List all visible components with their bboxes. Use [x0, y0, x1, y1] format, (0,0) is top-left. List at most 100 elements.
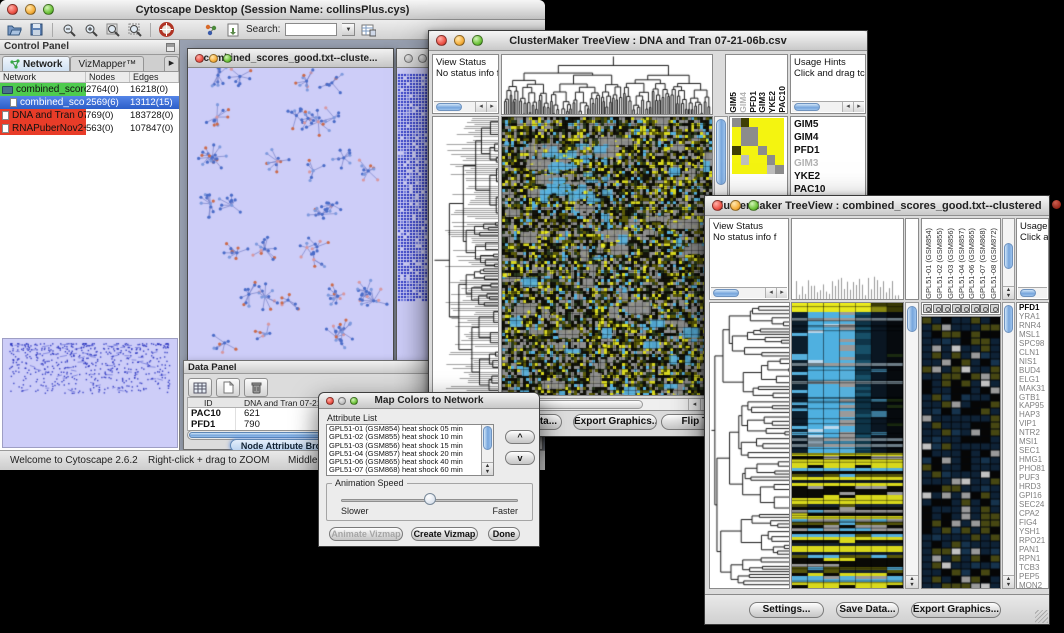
save-icon[interactable]: [28, 22, 45, 38]
column-label[interactable]: PFD1: [748, 91, 758, 113]
export-graphics-button[interactable]: Export Graphics...: [573, 414, 657, 430]
zoom-button[interactable]: [223, 54, 232, 63]
background-close-button[interactable]: [1052, 200, 1061, 209]
column-header-id[interactable]: ID: [188, 398, 236, 407]
row-dendrogram-canvas[interactable]: [433, 117, 498, 395]
column-header-box[interactable]: [990, 304, 999, 313]
column-label[interactable]: GPL51-01 (GSM854): [924, 228, 935, 299]
network-row[interactable]: combined_sco2569(6)13112(15): [0, 96, 179, 109]
minimize-button[interactable]: [209, 54, 218, 63]
close-button[interactable]: [404, 54, 413, 63]
column-label[interactable]: GIM3: [757, 92, 767, 113]
scroll-down-icon[interactable]: ▼: [1003, 582, 1014, 588]
import-icon[interactable]: [224, 22, 241, 38]
scroll-left-icon[interactable]: ◂: [475, 102, 486, 112]
close-button[interactable]: [436, 35, 447, 46]
move-down-button[interactable]: v: [505, 451, 535, 465]
column-labels-scrollbar[interactable]: ▲▼: [1002, 218, 1015, 300]
treeview1-titlebar[interactable]: ClusterMaker TreeView : DNA and Tran 07-…: [429, 31, 867, 51]
search-input[interactable]: [285, 23, 337, 36]
heatmap-canvas[interactable]: [502, 117, 712, 395]
export-graphics-button[interactable]: Export Graphics...: [911, 602, 1001, 618]
scroll-right-icon[interactable]: ▸: [486, 102, 497, 112]
plugin-icon[interactable]: [202, 22, 219, 38]
column-header-box[interactable]: [933, 304, 942, 313]
column-label[interactable]: GPL51-08 (GSM872): [989, 228, 1000, 299]
zoom-button[interactable]: [472, 35, 483, 46]
row-label[interactable]: GIM4: [794, 131, 865, 144]
secondary-heatmap-canvas[interactable]: [922, 317, 1000, 588]
minimize-button[interactable]: [338, 397, 346, 405]
dialog-titlebar[interactable]: Map Colors to Network: [319, 393, 539, 409]
minimize-button[interactable]: [418, 54, 427, 63]
main-titlebar[interactable]: Cytoscape Desktop (Session Name: collins…: [0, 0, 545, 20]
row-label[interactable]: GIM5: [794, 118, 865, 131]
zoom-out-icon[interactable]: [60, 22, 77, 38]
animate-vizmap-button[interactable]: Animate Vizmap: [329, 527, 403, 541]
done-button[interactable]: Done: [488, 527, 520, 541]
network-row[interactable]: combined_scores2764(0)16218(0): [0, 83, 179, 96]
usage-hints-scrollbar[interactable]: ◂▸: [792, 101, 864, 112]
tab-network[interactable]: Network: [2, 56, 70, 71]
zoom-in-icon[interactable]: [82, 22, 99, 38]
attribute-list-scrollbar[interactable]: ▲▼: [481, 425, 493, 475]
close-button[interactable]: [7, 4, 18, 15]
column-label[interactable]: GPL51-06 (GSM865): [967, 228, 978, 299]
column-header-box[interactable]: [971, 304, 980, 313]
scroll-left-icon[interactable]: ◂: [765, 288, 776, 298]
minimize-button[interactable]: [25, 4, 36, 15]
scroll-right-icon[interactable]: ▸: [853, 102, 864, 112]
network-canvas[interactable]: [188, 68, 393, 367]
column-label[interactable]: GPL51-04 (GSM857): [957, 228, 968, 299]
save-data-button[interactable]: Save Data...: [836, 602, 899, 618]
minimize-button[interactable]: [730, 200, 741, 211]
float-panel-icon[interactable]: [166, 43, 175, 52]
network-overview-navigator[interactable]: [2, 338, 178, 448]
column-label[interactable]: GPL51-03 (GSM856): [946, 228, 957, 299]
zoom-button[interactable]: [350, 397, 358, 405]
network-row[interactable]: RNAPuberNov2+563(0)107847(0): [0, 122, 179, 135]
network-row[interactable]: DNA and Tran 07769(0)183728(0): [0, 109, 179, 122]
row-label[interactable]: PFD1: [794, 144, 865, 157]
column-dendrogram-canvas[interactable]: [792, 219, 903, 299]
help-lifering-icon[interactable]: [158, 22, 175, 38]
column-header-box[interactable]: [980, 304, 989, 313]
gene-label[interactable]: MON2: [1019, 582, 1048, 589]
move-up-button[interactable]: ^: [505, 430, 535, 444]
usage-hints-scrollbar[interactable]: [1018, 287, 1047, 298]
view-status-scrollbar[interactable]: ◂▸: [711, 287, 787, 298]
create-vizmap-button[interactable]: Create Vizmap: [411, 527, 478, 541]
scroll-down-icon[interactable]: ▼: [482, 469, 493, 475]
scroll-down-icon[interactable]: ▼: [1003, 293, 1014, 299]
scroll-down-icon[interactable]: ▼: [906, 582, 918, 588]
column-label[interactable]: GIM5: [728, 92, 738, 113]
column-dendrogram-canvas[interactable]: [502, 55, 712, 114]
network-view-titlebar[interactable]: combined_scores_good.txt--cluste...: [188, 49, 393, 68]
row-label[interactable]: GIM3: [794, 157, 865, 170]
close-button[interactable]: [712, 200, 723, 211]
column-header-box[interactable]: [942, 304, 951, 313]
settings-button[interactable]: Settings...: [749, 602, 824, 618]
column-label[interactable]: PAC10: [777, 86, 787, 113]
search-combo-arrow-icon[interactable]: ▼: [342, 23, 355, 36]
row-label[interactable]: YKE2: [794, 170, 865, 183]
zoom-selected-icon[interactable]: [126, 22, 143, 38]
column-label[interactable]: GPL51-02 (GSM855): [935, 228, 946, 299]
resize-grip[interactable]: [1035, 610, 1048, 623]
attribute-list-item[interactable]: GPL51-07 (GSM868) heat shock 60 min: [327, 466, 493, 474]
open-file-icon[interactable]: [6, 22, 23, 38]
column-header-box[interactable]: [961, 304, 970, 313]
zoom-button[interactable]: [43, 4, 54, 15]
zoom-fit-icon[interactable]: [104, 22, 121, 38]
scroll-left-icon[interactable]: ◂: [842, 102, 853, 112]
scroll-right-icon[interactable]: ▸: [776, 288, 787, 298]
background-network-canvas[interactable]: [397, 68, 427, 367]
create-attribute-button[interactable]: [216, 378, 240, 397]
zoom-button[interactable]: [748, 200, 759, 211]
select-attributes-button[interactable]: [188, 378, 212, 397]
minimize-button[interactable]: [454, 35, 465, 46]
column-header-box[interactable]: [952, 304, 961, 313]
speed-slider-thumb[interactable]: [424, 493, 436, 505]
column-label[interactable]: YKE2: [767, 91, 777, 113]
column-label[interactable]: GIM4: [738, 92, 748, 113]
